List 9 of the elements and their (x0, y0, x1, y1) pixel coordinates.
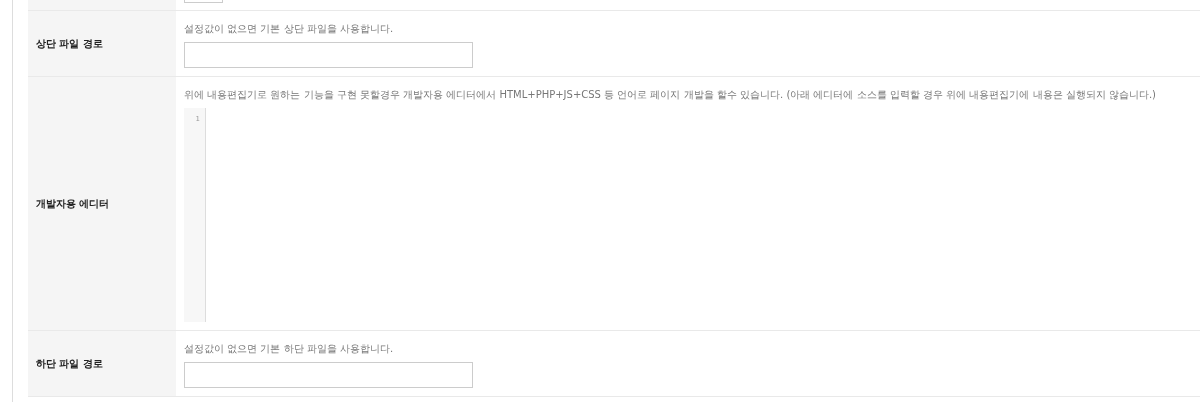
help-text: 설정값이 없으면 기본 상단 파일을 사용합니다. (184, 22, 395, 36)
field-label: 상단 파일 경로 (36, 37, 103, 51)
field-label: 개발자용 에디터 (36, 197, 110, 211)
input-field[interactable] (184, 362, 473, 388)
help-text: 설정값이 없으면 기본 하단 파일을 사용합니다. (184, 342, 395, 356)
input-field[interactable] (184, 0, 223, 3)
input-field[interactable] (184, 42, 473, 68)
help-text: 위에 내용편집기로 원하는 기능을 구현 못할경우 개발자용 에디터에서 HTML+PHP+JS+CSS 등 언어로 페이지 개발을 할수 있습니다. (아래 에디터에 소스를 입력할 경우 위에 내용편집기에 내용은 실행되지 않습니다.) (184, 88, 1157, 102)
field-label: 하단 파일 경로 (36, 357, 103, 371)
